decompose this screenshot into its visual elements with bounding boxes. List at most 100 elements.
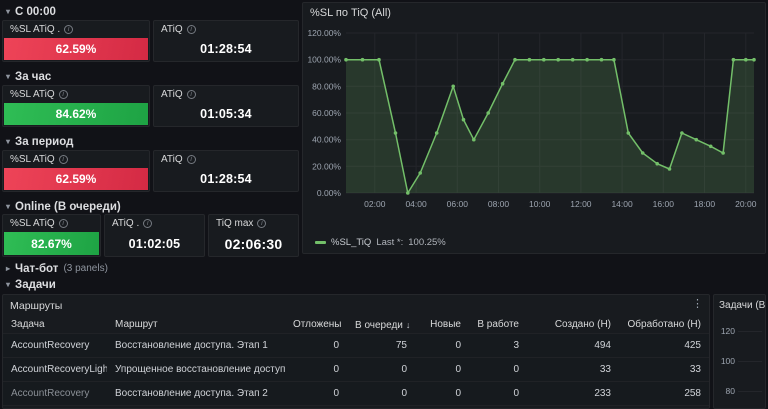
cell-processed: 33 xyxy=(689,364,701,375)
column-header-otlozheny[interactable]: Отложены xyxy=(285,316,347,333)
stat-value: 01:28:54 xyxy=(200,172,252,186)
stat-value: 01:28:54 xyxy=(200,42,252,56)
panel-title[interactable]: %SL ATiQ i xyxy=(3,215,100,232)
row-title: Чат-бот xyxy=(15,262,59,275)
cell-new: 0 xyxy=(455,364,461,375)
column-header-novye[interactable]: Новые xyxy=(415,316,469,333)
sort-desc-icon: ↓ xyxy=(405,320,411,330)
stat-value-area: 62.59% xyxy=(4,168,148,190)
panel-title-text: ATiQ xyxy=(161,24,183,35)
info-icon[interactable]: i xyxy=(58,155,68,164)
column-label: Отложены xyxy=(293,319,342,330)
panel-title[interactable]: ATiQ i xyxy=(154,151,298,168)
panel-title-text: %SL ATiQ xyxy=(10,89,55,100)
stat-panel-atiq-online: ATiQ . i 01:02:05 xyxy=(104,214,205,257)
column-label: В очереди xyxy=(355,320,403,331)
stat-value: 01:02:05 xyxy=(128,236,181,251)
legend-last-title: Last *: xyxy=(376,237,404,248)
cell-route: Упрощенное восстановление доступа xyxy=(115,364,285,375)
info-icon[interactable]: i xyxy=(64,25,74,34)
panel-title[interactable]: %SL ATiQ i xyxy=(3,86,149,103)
stat-panel-sl-atiq-online: %SL ATiQ i 82.67% xyxy=(2,214,101,257)
svg-text:08:00: 08:00 xyxy=(488,199,510,209)
column-header-obrabotano[interactable]: Обработано (Н) xyxy=(619,316,709,333)
chevron-right-icon: ▸ xyxy=(6,263,11,273)
row-header-s-0000[interactable]: ▾ С 00:00 xyxy=(6,5,56,18)
column-header-sozdano[interactable]: Создано (Н) xyxy=(527,316,619,333)
row-header-za-period[interactable]: ▾ За период xyxy=(6,135,73,148)
svg-text:40.00%: 40.00% xyxy=(312,135,341,145)
stat-value-area: 02:06:30 xyxy=(210,232,297,255)
svg-text:20:00: 20:00 xyxy=(735,199,757,209)
info-icon[interactable]: i xyxy=(186,155,196,164)
cell-deferred: 0 xyxy=(333,388,339,399)
column-header-marshrut[interactable]: Маршрут xyxy=(107,316,285,333)
panel-title[interactable]: ATiQ . i xyxy=(105,215,204,232)
info-icon[interactable]: i xyxy=(58,90,68,99)
cell-deferred: 0 xyxy=(333,364,339,375)
panel-title[interactable]: Маршруты xyxy=(3,295,709,316)
row-header-tasks[interactable]: ▾ Задачи xyxy=(6,278,56,291)
svg-text:10:00: 10:00 xyxy=(529,199,551,209)
info-icon[interactable]: i xyxy=(257,219,267,228)
info-icon[interactable]: i xyxy=(58,219,68,228)
panel-title[interactable]: %SL ATiQ . i xyxy=(3,21,149,38)
column-label: В работе xyxy=(477,319,519,330)
panel-title[interactable]: %SL по TiQ (All) xyxy=(303,3,765,23)
table-row: AccountRecoveryLight Упрощенное восстано… xyxy=(3,358,709,382)
row-title: За час xyxy=(15,70,52,83)
column-label: Создано (Н) xyxy=(554,319,611,330)
stat-value: 62.59% xyxy=(55,42,97,56)
panel-title-text: %SL по TiQ (All) xyxy=(310,7,391,19)
stat-value: 82.67% xyxy=(31,236,72,251)
info-icon[interactable]: i xyxy=(143,219,153,228)
gridline xyxy=(738,390,762,392)
cell-created: 33 xyxy=(599,364,611,375)
panel-title[interactable]: ATiQ i xyxy=(154,21,298,38)
info-icon[interactable]: i xyxy=(186,90,196,99)
legend-series-name[interactable]: %SL_TiQ xyxy=(331,237,371,248)
cell-new: 0 xyxy=(455,388,461,399)
stat-value-area: 01:28:54 xyxy=(155,38,297,60)
panel-title[interactable]: ATiQ i xyxy=(154,86,298,103)
info-icon[interactable]: i xyxy=(186,25,196,34)
svg-text:14:00: 14:00 xyxy=(611,199,633,209)
panel-title[interactable]: TiQ max i xyxy=(209,215,298,232)
column-header-zadacha[interactable]: Задача xyxy=(3,316,107,333)
row-header-chatbot[interactable]: ▸ Чат-бот (3 panels) xyxy=(6,262,108,275)
column-header-v-rabote[interactable]: В работе xyxy=(469,316,527,333)
cell-task: AccountRecoveryLight xyxy=(11,364,107,375)
cell-in-progress: 0 xyxy=(513,364,519,375)
row-panel-count: (3 panels) xyxy=(63,263,108,274)
panel-title[interactable]: %SL ATiQ i xyxy=(3,151,149,168)
chart-legend: %SL_TiQ Last *: 100.25% xyxy=(315,237,446,248)
table-header-row: Задача Маршрут Отложены В очереди ↓ Новые… xyxy=(3,316,709,334)
stat-panel-sl-atiq-hour: %SL ATiQ i 84.62% xyxy=(2,85,150,127)
legend-series-marker[interactable] xyxy=(315,241,326,244)
cell-queued: 0 xyxy=(401,364,407,375)
row-header-za-chas[interactable]: ▾ За час xyxy=(6,70,51,83)
gridline xyxy=(738,330,762,332)
chevron-down-icon: ▾ xyxy=(6,136,11,146)
panel-title-text: %SL ATiQ xyxy=(10,154,55,165)
stat-value-area: 01:02:05 xyxy=(106,232,203,255)
chevron-down-icon: ▾ xyxy=(6,279,11,289)
stat-panel-atiq-0000: ATiQ i 01:28:54 xyxy=(153,20,299,62)
chevron-down-icon: ▾ xyxy=(6,6,11,16)
row-title: За период xyxy=(15,135,74,148)
panel-menu-icon[interactable]: ⋮ xyxy=(692,299,703,310)
row-header-online[interactable]: ▾ Online (В очереди) xyxy=(6,200,121,213)
stat-value-area: 62.59% xyxy=(4,38,148,60)
cell-processed: 258 xyxy=(684,388,701,399)
cell-task: AccountRecovery xyxy=(11,340,90,351)
column-header-v-ocheredi[interactable]: В очереди ↓ xyxy=(347,316,415,333)
y-tick-label: 120 xyxy=(720,326,735,336)
y-tick-label: 80 xyxy=(725,386,735,396)
panel-title-text: %SL ATiQ xyxy=(10,218,55,229)
cell-created: 233 xyxy=(594,388,611,399)
svg-text:18:00: 18:00 xyxy=(694,199,716,209)
svg-text:60.00%: 60.00% xyxy=(312,108,341,118)
chevron-down-icon: ▾ xyxy=(6,201,11,211)
svg-text:02:00: 02:00 xyxy=(364,199,386,209)
timeseries-chart[interactable]: 0.00% 20.00% 40.00% 60.00% 80.00% 100.00% 120.… xyxy=(306,27,762,227)
